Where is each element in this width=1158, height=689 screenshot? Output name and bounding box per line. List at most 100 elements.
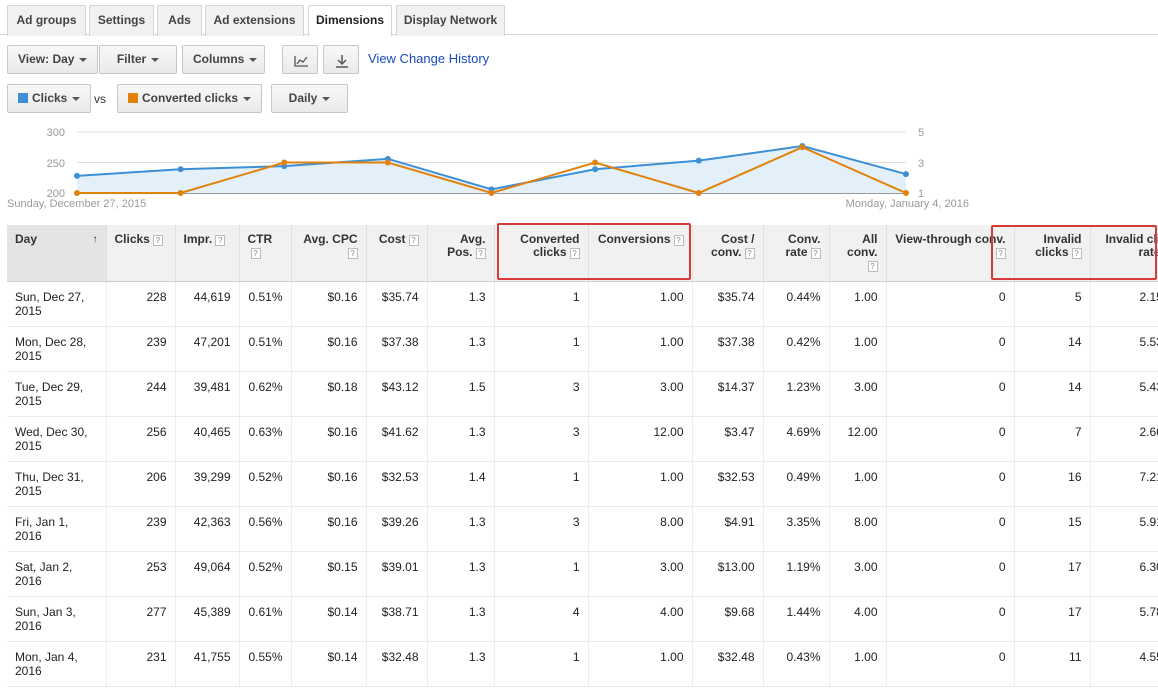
help-icon[interactable]: ? [408, 235, 419, 246]
tab-ad-extensions[interactable]: Ad extensions [205, 5, 304, 36]
help-icon[interactable]: ? [744, 248, 755, 259]
column-header-label: Conversions [597, 232, 671, 246]
view-change-history-link[interactable]: View Change History [368, 51, 489, 66]
tab-ads[interactable]: Ads [157, 5, 202, 36]
data-point-clicks[interactable] [74, 172, 80, 179]
column-header-conversions[interactable]: Conversions? [588, 225, 693, 282]
cell-ctr: 0.51% [239, 281, 292, 327]
help-icon[interactable]: ? [673, 235, 684, 246]
chart-toggle-button[interactable] [282, 45, 318, 74]
help-icon[interactable]: ? [1071, 248, 1082, 259]
data-point-converted-clicks[interactable] [799, 144, 806, 151]
column-header-cost[interactable]: Cost? [366, 225, 428, 282]
tab-bar: Ad groups Settings Ads Ad extensions Dim… [0, 0, 1158, 36]
cell-avg-pos: 1.3 [427, 416, 495, 462]
data-point-converted-clicks[interactable] [281, 159, 288, 166]
tab-dimensions[interactable]: Dimensions [308, 5, 392, 36]
column-header-invalid-clicks[interactable]: Invalid clicks? [1014, 225, 1091, 282]
data-point-converted-clicks[interactable] [695, 190, 702, 196]
cell-cost: $32.53 [366, 461, 428, 507]
data-point-converted-clicks[interactable] [384, 159, 391, 166]
cell-conv-rate: 3.35% [763, 506, 830, 552]
data-point-clicks[interactable] [695, 157, 702, 164]
cell-all-conv: 8.00 [829, 506, 887, 552]
metric1-label: Clicks [32, 91, 68, 105]
granularity-label: Daily [288, 91, 318, 105]
sort-ascending-icon[interactable]: ↑ [93, 233, 98, 246]
cell-clicks: 277 [106, 596, 176, 642]
column-header-invalid-click-rate[interactable]: Invalid click rate? [1090, 225, 1158, 282]
cell-cost: $41.62 [366, 416, 428, 462]
tab-ad-groups[interactable]: Ad groups [7, 5, 86, 36]
cell-view-through-conv: 0 [886, 506, 1015, 552]
cell-view-through-conv: 0 [886, 461, 1015, 507]
data-point-converted-clicks[interactable] [592, 159, 599, 166]
cell-avg-cpc: $0.16 [291, 506, 367, 552]
column-header-day[interactable]: Day ↑ [7, 225, 107, 282]
table-row: Mon, Dec 28, 2015 239 47,201 0.51% $0.16 $37.… [7, 326, 1158, 372]
column-header-impr[interactable]: Impr.? [175, 225, 240, 282]
cell-invalid-click-rate: 5.53% [1090, 326, 1158, 372]
column-header-cost-per-conv[interactable]: Cost / conv.? [692, 225, 764, 282]
column-header-label: View-through conv. [895, 232, 1006, 246]
metric1-dropdown[interactable]: Clicks [7, 84, 92, 113]
cell-conversions: 1.00 [588, 641, 693, 687]
cell-conversions: 3.00 [588, 551, 693, 597]
column-header-conv-rate[interactable]: Conv. rate? [763, 225, 830, 282]
cell-avg-pos: 1.3 [427, 641, 495, 687]
data-point-clicks[interactable] [903, 171, 909, 178]
column-header-clicks[interactable]: Clicks? [106, 225, 176, 282]
cell-clicks: 253 [106, 551, 176, 597]
tab-settings[interactable]: Settings [89, 5, 154, 36]
cell-converted-clicks: 3 [494, 506, 589, 552]
cell-avg-cpc: $0.16 [291, 326, 367, 372]
filter-dropdown[interactable]: Filter [99, 45, 177, 74]
granularity-dropdown[interactable]: Daily [271, 84, 348, 113]
data-point-converted-clicks[interactable] [74, 190, 80, 196]
cell-conversions: 12.00 [588, 416, 693, 462]
data-point-clicks[interactable] [177, 166, 184, 173]
help-icon[interactable]: ? [995, 248, 1006, 259]
cell-invalid-clicks: 14 [1014, 371, 1091, 417]
help-icon[interactable]: ? [475, 248, 486, 259]
cell-cost: $32.48 [366, 641, 428, 687]
metric2-dropdown[interactable]: Converted clicks [117, 84, 263, 113]
cell-clicks: 206 [106, 461, 176, 507]
tab-display-network[interactable]: Display Network [396, 5, 505, 36]
left-axis-tick: 300 [47, 127, 65, 139]
columns-dropdown[interactable]: Columns [182, 45, 265, 74]
help-icon[interactable]: ? [569, 248, 580, 259]
column-header-all-conv[interactable]: All conv.? [829, 225, 887, 282]
column-header-label: Avg. CPC [303, 232, 358, 246]
help-icon[interactable]: ? [215, 235, 226, 246]
cell-impr: 49,064 [175, 551, 240, 597]
column-header-avg-pos[interactable]: Avg. Pos.? [427, 225, 495, 282]
help-icon[interactable]: ? [250, 248, 261, 259]
help-icon[interactable]: ? [867, 261, 878, 272]
data-point-converted-clicks[interactable] [903, 190, 909, 196]
view-dropdown[interactable]: View: Day [7, 45, 99, 74]
cell-invalid-clicks: 14 [1014, 326, 1091, 372]
caret-down-icon [322, 96, 331, 101]
cell-ctr: 0.62% [239, 371, 292, 417]
cell-view-through-conv: 0 [886, 281, 1015, 327]
help-icon[interactable]: ? [810, 248, 821, 259]
performance-chart: 300 250 200 5 3 1 Sunday, December 27, 2… [7, 127, 969, 210]
cell-impr: 47,201 [175, 326, 240, 372]
column-header-view-through-conv[interactable]: View-through conv.? [886, 225, 1015, 282]
column-header-converted-clicks[interactable]: Converted clicks? [494, 225, 589, 282]
download-icon [336, 55, 348, 68]
cell-ctr: 0.63% [239, 416, 292, 462]
cell-avg-pos: 1.5 [427, 371, 495, 417]
cell-converted-clicks: 1 [494, 551, 589, 597]
download-button[interactable] [323, 45, 359, 74]
cell-day: Sun, Dec 27, 2015 [7, 281, 107, 327]
data-point-clicks[interactable] [592, 166, 599, 173]
data-point-converted-clicks[interactable] [177, 190, 184, 196]
help-icon[interactable]: ? [347, 248, 358, 259]
help-icon[interactable]: ? [152, 235, 163, 246]
column-header-avg-cpc[interactable]: Avg. CPC? [291, 225, 367, 282]
column-header-ctr[interactable]: CTR? [239, 225, 292, 282]
x-start-label: Sunday, December 27, 2015 [7, 198, 146, 210]
data-point-converted-clicks[interactable] [488, 190, 495, 196]
